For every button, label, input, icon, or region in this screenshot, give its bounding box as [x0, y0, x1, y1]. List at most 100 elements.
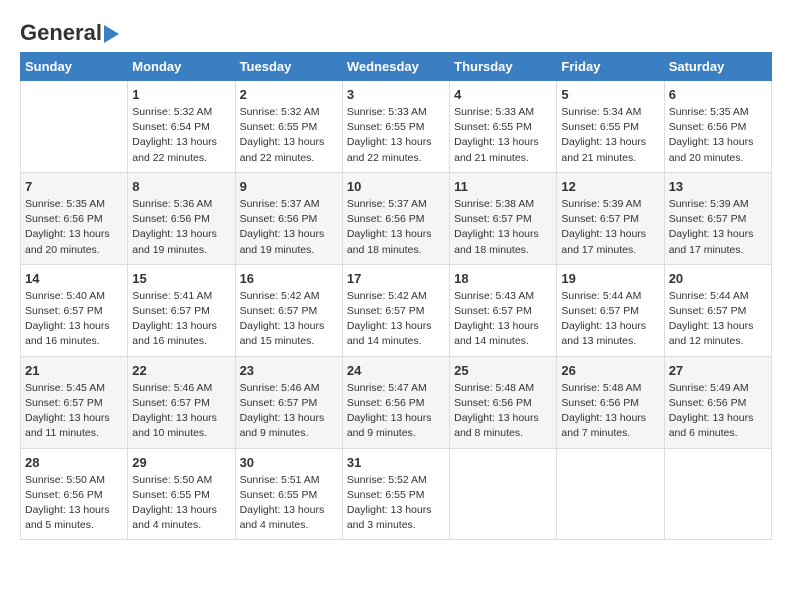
day-info: Sunrise: 5:39 AMSunset: 6:57 PMDaylight:… [561, 197, 659, 258]
day-number: 30 [240, 455, 338, 470]
day-number: 8 [132, 179, 230, 194]
calendar-header: SundayMondayTuesdayWednesdayThursdayFrid… [21, 53, 772, 81]
calendar-cell: 6 Sunrise: 5:35 AMSunset: 6:56 PMDaylight… [664, 81, 771, 173]
header-day-wednesday: Wednesday [342, 53, 449, 81]
calendar-cell [450, 448, 557, 540]
calendar-cell [557, 448, 664, 540]
week-row-5: 28Sunrise: 5:50 AMSunset: 6:56 PMDayligh… [21, 448, 772, 540]
calendar-cell: 18 Sunrise: 5:43 AMSunset: 6:57 PMDayligh… [450, 264, 557, 356]
calendar-cell: 20 Sunrise: 5:44 AMSunset: 6:57 PMDayligh… [664, 264, 771, 356]
calendar-cell: 31 Sunrise: 5:52 AMSunset: 6:55 PMDayligh… [342, 448, 449, 540]
calendar-cell: 2 Sunrise: 5:32 AMSunset: 6:55 PMDaylight… [235, 81, 342, 173]
calendar-cell: 9 Sunrise: 5:37 AMSunset: 6:56 PMDaylight… [235, 172, 342, 264]
day-info: Sunrise: 5:48 AMSunset: 6:56 PMDaylight:… [561, 381, 659, 442]
week-row-2: 7Sunrise: 5:35 AMSunset: 6:56 PMDaylight… [21, 172, 772, 264]
calendar-cell: 10Sunrise: 5:37 AMSunset: 6:56 PMDayligh… [342, 172, 449, 264]
day-info: Sunrise: 5:42 AMSunset: 6:57 PMDaylight:… [240, 289, 338, 350]
day-number: 27 [669, 363, 767, 378]
day-number: 14 [25, 271, 123, 286]
calendar-cell: 15 Sunrise: 5:41 AMSunset: 6:57 PMDayligh… [128, 264, 235, 356]
day-info: Sunrise: 5:33 AMSunset: 6:55 PMDaylight:… [454, 105, 552, 166]
day-info: Sunrise: 5:46 AMSunset: 6:57 PMDaylight:… [132, 381, 230, 442]
week-row-1: 1 Sunrise: 5:32 AMSunset: 6:54 PMDaylight… [21, 81, 772, 173]
day-number: 21 [25, 363, 123, 378]
calendar-cell: 17Sunrise: 5:42 AMSunset: 6:57 PMDayligh… [342, 264, 449, 356]
day-number: 9 [240, 179, 338, 194]
day-info: Sunrise: 5:41 AMSunset: 6:57 PMDaylight:… [132, 289, 230, 350]
day-number: 1 [132, 87, 230, 102]
day-info: Sunrise: 5:38 AMSunset: 6:57 PMDaylight:… [454, 197, 552, 258]
calendar-cell: 25 Sunrise: 5:48 AMSunset: 6:56 PMDayligh… [450, 356, 557, 448]
day-info: Sunrise: 5:35 AMSunset: 6:56 PMDaylight:… [669, 105, 767, 166]
day-number: 22 [132, 363, 230, 378]
day-number: 26 [561, 363, 659, 378]
day-info: Sunrise: 5:42 AMSunset: 6:57 PMDaylight:… [347, 289, 445, 350]
calendar-cell: 23Sunrise: 5:46 AMSunset: 6:57 PMDayligh… [235, 356, 342, 448]
day-info: Sunrise: 5:51 AMSunset: 6:55 PMDaylight:… [240, 473, 338, 534]
day-number: 24 [347, 363, 445, 378]
day-number: 13 [669, 179, 767, 194]
day-number: 10 [347, 179, 445, 194]
calendar-cell: 1 Sunrise: 5:32 AMSunset: 6:54 PMDaylight… [128, 81, 235, 173]
calendar-cell: 21 Sunrise: 5:45 AMSunset: 6:57 PMDayligh… [21, 356, 128, 448]
calendar-cell: 19Sunrise: 5:44 AMSunset: 6:57 PMDayligh… [557, 264, 664, 356]
day-number: 7 [25, 179, 123, 194]
logo: General [20, 20, 119, 42]
calendar-cell: 16Sunrise: 5:42 AMSunset: 6:57 PMDayligh… [235, 264, 342, 356]
day-info: Sunrise: 5:34 AMSunset: 6:55 PMDaylight:… [561, 105, 659, 166]
day-number: 5 [561, 87, 659, 102]
day-number: 31 [347, 455, 445, 470]
day-number: 3 [347, 87, 445, 102]
day-number: 20 [669, 271, 767, 286]
day-info: Sunrise: 5:44 AMSunset: 6:57 PMDaylight:… [669, 289, 767, 350]
calendar-cell: 27 Sunrise: 5:49 AMSunset: 6:56 PMDayligh… [664, 356, 771, 448]
calendar-cell: 4 Sunrise: 5:33 AMSunset: 6:55 PMDaylight… [450, 81, 557, 173]
day-number: 2 [240, 87, 338, 102]
day-info: Sunrise: 5:47 AMSunset: 6:56 PMDaylight:… [347, 381, 445, 442]
calendar-cell: 28Sunrise: 5:50 AMSunset: 6:56 PMDayligh… [21, 448, 128, 540]
day-number: 25 [454, 363, 552, 378]
day-info: Sunrise: 5:45 AMSunset: 6:57 PMDaylight:… [25, 381, 123, 442]
day-info: Sunrise: 5:40 AMSunset: 6:57 PMDaylight:… [25, 289, 123, 350]
calendar-cell: 3 Sunrise: 5:33 AMSunset: 6:55 PMDaylight… [342, 81, 449, 173]
day-info: Sunrise: 5:49 AMSunset: 6:56 PMDaylight:… [669, 381, 767, 442]
header-day-sunday: Sunday [21, 53, 128, 81]
day-info: Sunrise: 5:36 AMSunset: 6:56 PMDaylight:… [132, 197, 230, 258]
calendar-body: 1 Sunrise: 5:32 AMSunset: 6:54 PMDaylight… [21, 81, 772, 540]
day-info: Sunrise: 5:52 AMSunset: 6:55 PMDaylight:… [347, 473, 445, 534]
calendar-cell: 8 Sunrise: 5:36 AMSunset: 6:56 PMDaylight… [128, 172, 235, 264]
page-header: General [20, 20, 772, 42]
week-row-3: 14 Sunrise: 5:40 AMSunset: 6:57 PMDayligh… [21, 264, 772, 356]
header-day-saturday: Saturday [664, 53, 771, 81]
day-info: Sunrise: 5:43 AMSunset: 6:57 PMDaylight:… [454, 289, 552, 350]
calendar-cell: 26 Sunrise: 5:48 AMSunset: 6:56 PMDayligh… [557, 356, 664, 448]
day-info: Sunrise: 5:37 AMSunset: 6:56 PMDaylight:… [240, 197, 338, 258]
day-info: Sunrise: 5:48 AMSunset: 6:56 PMDaylight:… [454, 381, 552, 442]
day-number: 6 [669, 87, 767, 102]
day-number: 18 [454, 271, 552, 286]
calendar-cell: 11 Sunrise: 5:38 AMSunset: 6:57 PMDayligh… [450, 172, 557, 264]
header-day-thursday: Thursday [450, 53, 557, 81]
day-info: Sunrise: 5:50 AMSunset: 6:56 PMDaylight:… [25, 473, 123, 534]
calendar-cell: 13Sunrise: 5:39 AMSunset: 6:57 PMDayligh… [664, 172, 771, 264]
calendar-cell: 30 Sunrise: 5:51 AMSunset: 6:55 PMDayligh… [235, 448, 342, 540]
calendar-cell [664, 448, 771, 540]
calendar-cell: 29Sunrise: 5:50 AMSunset: 6:55 PMDayligh… [128, 448, 235, 540]
day-number: 4 [454, 87, 552, 102]
day-info: Sunrise: 5:32 AMSunset: 6:54 PMDaylight:… [132, 105, 230, 166]
calendar-cell: 5 Sunrise: 5:34 AMSunset: 6:55 PMDaylight… [557, 81, 664, 173]
calendar-cell: 24 Sunrise: 5:47 AMSunset: 6:56 PMDayligh… [342, 356, 449, 448]
day-info: Sunrise: 5:50 AMSunset: 6:55 PMDaylight:… [132, 473, 230, 534]
day-number: 11 [454, 179, 552, 194]
day-info: Sunrise: 5:33 AMSunset: 6:55 PMDaylight:… [347, 105, 445, 166]
header-day-monday: Monday [128, 53, 235, 81]
day-info: Sunrise: 5:32 AMSunset: 6:55 PMDaylight:… [240, 105, 338, 166]
header-day-tuesday: Tuesday [235, 53, 342, 81]
calendar-table: SundayMondayTuesdayWednesdayThursdayFrid… [20, 52, 772, 540]
calendar-cell: 22 Sunrise: 5:46 AMSunset: 6:57 PMDayligh… [128, 356, 235, 448]
day-number: 15 [132, 271, 230, 286]
calendar-cell [21, 81, 128, 173]
week-row-4: 21 Sunrise: 5:45 AMSunset: 6:57 PMDayligh… [21, 356, 772, 448]
calendar-cell: 7Sunrise: 5:35 AMSunset: 6:56 PMDaylight… [21, 172, 128, 264]
header-day-friday: Friday [557, 53, 664, 81]
